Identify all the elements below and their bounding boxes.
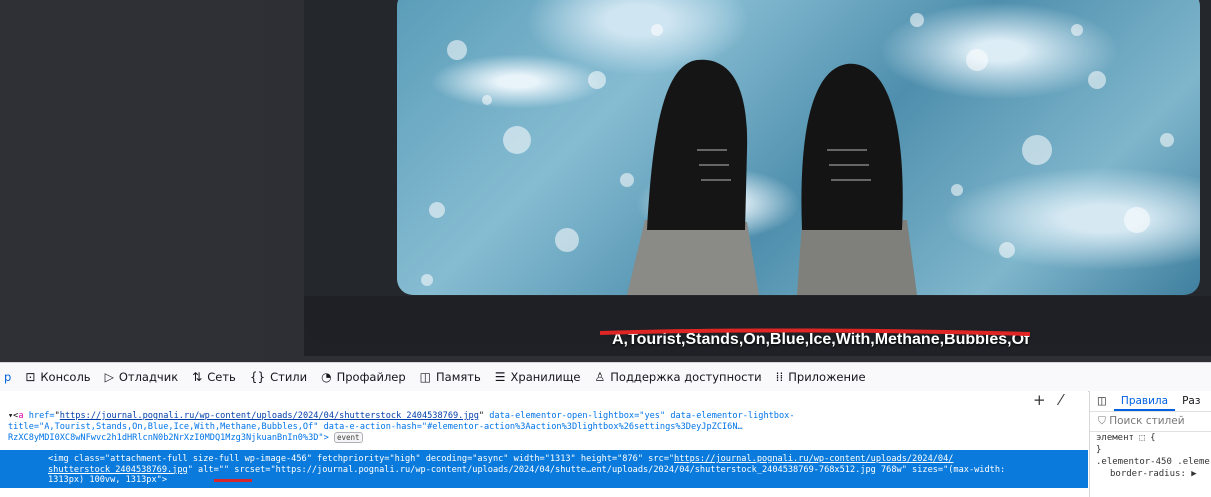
tab-label: р xyxy=(4,370,12,384)
attr-text: 1313px) 100vw, 1313px"> xyxy=(48,475,167,485)
tourist-boots-illustration xyxy=(421,13,1174,295)
tab-label: Стили xyxy=(270,370,308,384)
tab-memory[interactable]: ◫ Память xyxy=(413,363,488,391)
src-link[interactable]: shutterstock_2404538769.jpg xyxy=(48,465,188,475)
rules-list: элемент ⬚ { } .elementor-450 .eleme bord… xyxy=(1090,432,1211,480)
tab-network[interactable]: ⇅ Сеть xyxy=(185,363,243,391)
tab-label: Сеть xyxy=(207,370,236,384)
tab-rules[interactable]: Правила xyxy=(1113,391,1176,411)
tab-label: Консоль xyxy=(40,370,91,384)
console-icon: ⊡ xyxy=(25,370,36,384)
ice-photo[interactable] xyxy=(397,0,1200,295)
attr-text: RzXC8yMDI0XC8wNFwvc2h1dHRlcnN0b2NrXzI0MD… xyxy=(8,433,329,443)
attr-text: " alt="" srcset="https://journal.pognali… xyxy=(187,464,1006,475)
red-strikethrough-annotation xyxy=(600,328,1030,336)
tab-application[interactable]: ⁞⁞ Приложение xyxy=(769,363,873,391)
page-viewport: A,Tourist,Stands,On,Blue,Ice,With,Methan… xyxy=(0,0,1211,362)
tab-debugger[interactable]: ▷ Отладчик xyxy=(98,363,186,391)
style-search-input[interactable]: ⛉ Поиск стилей xyxy=(1090,412,1211,432)
tab-label: Приложение xyxy=(788,370,866,384)
style-editor-icon: {} xyxy=(249,370,266,384)
red-underline-annotation xyxy=(214,479,252,482)
event-badge[interactable]: event xyxy=(333,432,363,443)
anchor-node[interactable]: ▾<a href="https://journal.pognali.ru/wp-… xyxy=(8,411,795,444)
rule-property[interactable]: border-radius: ▶ xyxy=(1096,468,1211,480)
selected-img-node[interactable]: <img class="attachment-full size-full wp… xyxy=(0,450,1088,488)
tab-label: Хранилище xyxy=(510,370,581,384)
rules-pane: ◫ Правила Раз ⛉ Поиск стилей элемент ⬚ {… xyxy=(1089,391,1211,497)
rule-close: } xyxy=(1096,445,1102,455)
element-rule[interactable]: элемент ⬚ { xyxy=(1096,432,1211,444)
storage-icon: ☰ xyxy=(494,370,506,384)
left-dark-panel xyxy=(0,0,265,362)
tab-console[interactable]: ⊡ Консоль xyxy=(18,363,97,391)
attr-text: <img class="attachment-full size-full wp… xyxy=(48,454,675,464)
devtools-tab-bar: р ⊡ Консоль ▷ Отладчик ⇅ Сеть {} Стили ◔ Проф… xyxy=(0,362,1211,392)
panel-toggle-icon[interactable]: ◫ xyxy=(1090,395,1114,407)
tab-style-editor[interactable]: {} Стили xyxy=(243,363,314,391)
network-icon: ⇅ xyxy=(192,370,203,384)
tab-layout[interactable]: Раз xyxy=(1175,395,1207,407)
tab-accessibility[interactable]: ♙ Поддержка доступности xyxy=(588,363,769,391)
node-twisty[interactable]: ▾< xyxy=(8,411,18,421)
src-link[interactable]: https://journal.pognali.ru/wp-content/up… xyxy=(674,454,953,464)
profiler-icon: ◔ xyxy=(321,370,332,384)
add-node-button[interactable]: + xyxy=(1033,391,1046,409)
tab-label: Поддержка доступности xyxy=(610,370,762,384)
rule-selector[interactable]: .elementor-450 .eleme xyxy=(1096,456,1211,468)
attr-text: title="A,Tourist,Stands,On,Blue,Ice,With… xyxy=(8,421,743,432)
attr-name: href= xyxy=(23,411,55,421)
accessibility-icon: ♙ xyxy=(594,370,606,384)
filter-icon: ⛉ xyxy=(1098,415,1106,427)
tab-storage[interactable]: ☰ Хранилище xyxy=(488,363,588,391)
tab-label: Память xyxy=(436,370,481,384)
eyedropper-icon[interactable]: ⁄ xyxy=(1060,391,1063,409)
tab-label: Профайлер xyxy=(336,370,406,384)
tab-label: Отладчик xyxy=(118,370,179,384)
markup-toolbar: + ⁄ xyxy=(1033,391,1088,409)
rules-tab-bar: ◫ Правила Раз xyxy=(1090,391,1211,412)
img-node-code: <img class="attachment-full size-full wp… xyxy=(48,454,1005,486)
tab-inspector[interactable]: р xyxy=(0,363,18,391)
debugger-icon: ▷ xyxy=(104,370,114,384)
tab-profiler[interactable]: ◔ Профайлер xyxy=(314,363,413,391)
memory-icon: ◫ xyxy=(419,370,432,384)
href-link[interactable]: https://journal.pognali.ru/wp-content/up… xyxy=(60,411,479,421)
attr-text: data-elementor-open-lightbox="yes" data-… xyxy=(484,411,795,421)
application-icon: ⁞⁞ xyxy=(775,370,784,384)
search-placeholder: Поиск стилей xyxy=(1109,415,1185,427)
